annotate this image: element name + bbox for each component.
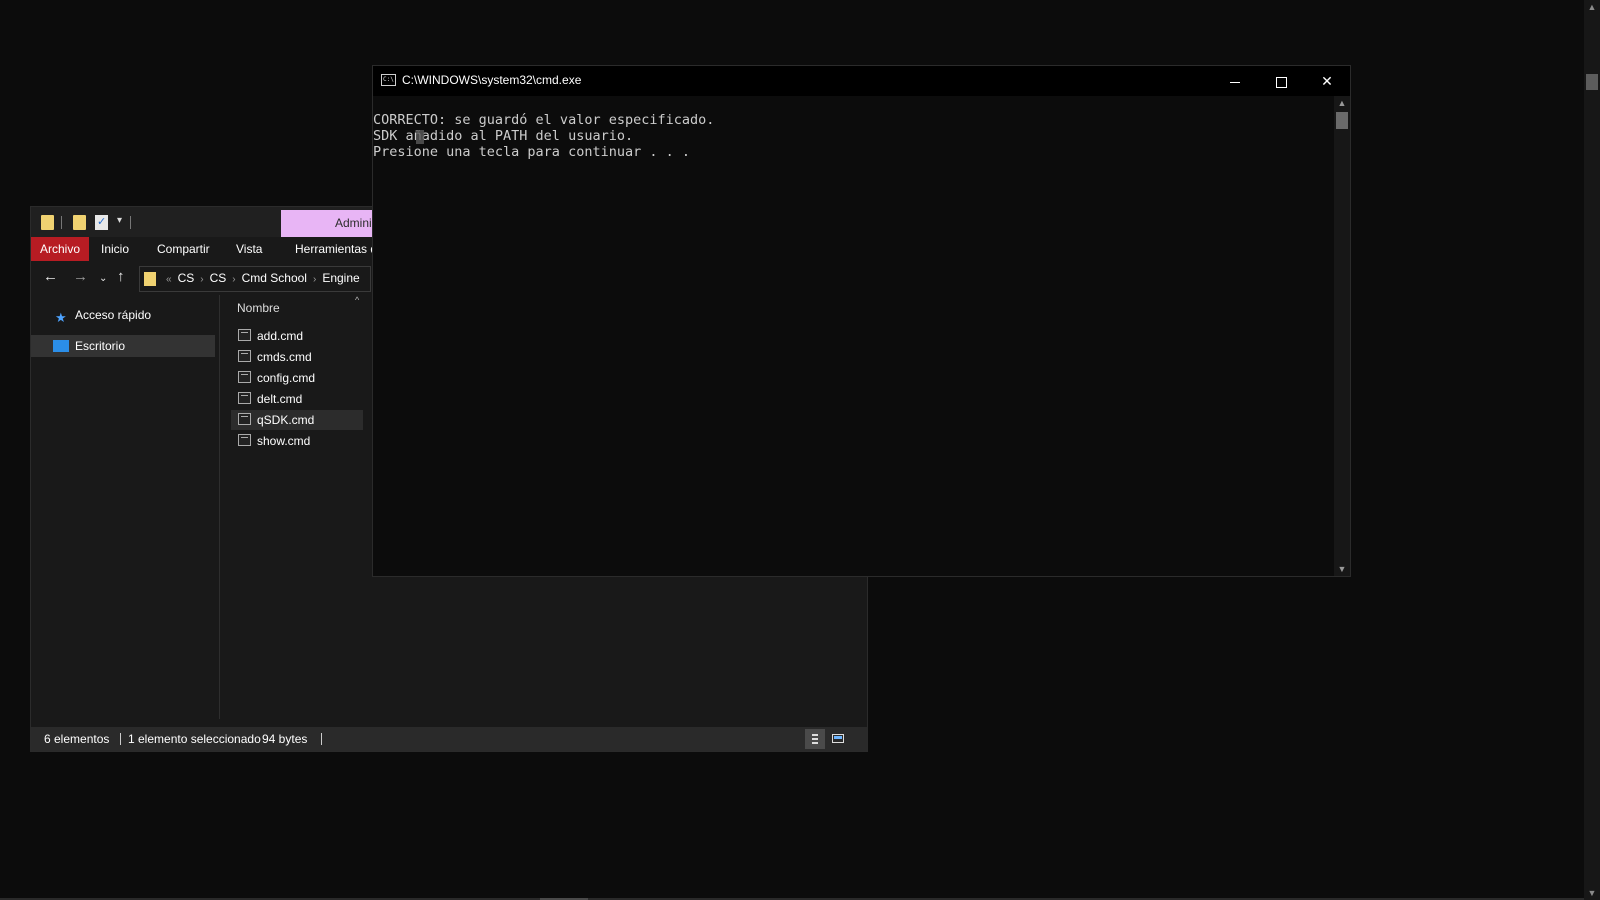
sort-up-icon: ^: [355, 295, 360, 305]
cmd-file-icon: [238, 371, 251, 383]
recent-locations-icon[interactable]: ⌄: [99, 271, 107, 287]
new-folder-icon[interactable]: [73, 215, 86, 230]
desktop-icon: [53, 340, 69, 352]
star-icon: ★: [55, 310, 67, 325]
desktop-scrollbar[interactable]: ▲ ▼: [1584, 0, 1600, 900]
close-icon: ✕: [1321, 73, 1333, 89]
toolbar-divider: [61, 216, 62, 229]
file-item[interactable]: show.cmd: [231, 431, 363, 451]
text-cursor: [416, 130, 424, 144]
cmd-scrollbar[interactable]: ▲ ▼: [1334, 96, 1350, 576]
cmd-file-icon: [238, 434, 251, 446]
selection-size: 94 bytes: [262, 732, 308, 746]
forward-arrow-icon[interactable]: →: [73, 269, 88, 285]
cmd-file-icon: [238, 392, 251, 404]
minimize-icon: [1230, 81, 1240, 83]
file-name: config.cmd: [257, 371, 316, 385]
chevron-right-icon[interactable]: ›: [200, 274, 203, 285]
window-title: C:\WINDOWS\system32\cmd.exe: [402, 73, 582, 87]
chevron-right-icon[interactable]: ›: [232, 274, 235, 285]
large-icons-view-button[interactable]: [828, 729, 848, 749]
status-divider: [321, 733, 322, 745]
status-divider: [120, 733, 121, 745]
cmd-window: C:\ C:\WINDOWS\system32\cmd.exe ✕ CORREC…: [372, 65, 1351, 577]
status-bar: 6 elementos 1 elemento seleccionado 94 b…: [31, 727, 867, 751]
details-view-button[interactable]: [805, 729, 825, 749]
breadcrumb-cmd-school[interactable]: Cmd School: [242, 271, 307, 285]
maximize-icon: [1275, 76, 1287, 88]
nav-item-desktop[interactable]: Escritorio: [31, 335, 215, 357]
file-item[interactable]: delt.cmd: [231, 389, 363, 409]
tab-herramientas[interactable]: Herramientas d: [295, 237, 377, 261]
nav-item-label: Escritorio: [75, 339, 126, 353]
file-name: qSDK.cmd: [257, 413, 315, 427]
console-line: CORRECTO: se guardó el valor especificad…: [373, 112, 715, 128]
scroll-up-icon[interactable]: ▲: [1584, 0, 1600, 14]
breadcrumb-cs-2[interactable]: CS: [210, 271, 227, 285]
minimize-button[interactable]: [1212, 66, 1258, 96]
breadcrumb-cs-1[interactable]: CS: [178, 271, 195, 285]
folder-icon: [41, 215, 54, 230]
file-item[interactable]: add.cmd: [231, 326, 363, 346]
selection-status: 1 elemento seleccionado: [128, 732, 261, 746]
console-line: Presione una tecla para continuar . . .: [373, 144, 690, 160]
navigation-pane: ★ Acceso rápido Escritorio: [31, 295, 220, 719]
scroll-thumb[interactable]: [1336, 112, 1348, 129]
column-header-name[interactable]: Nombre: [237, 301, 280, 315]
cmd-title-bar[interactable]: C:\ C:\WINDOWS\system32\cmd.exe ✕: [373, 66, 1350, 96]
nav-item-quick-access[interactable]: ★ Acceso rápido: [31, 304, 215, 326]
context-tab-manage[interactable]: Admini: [281, 210, 381, 237]
folder-icon: [144, 271, 156, 286]
tab-vista[interactable]: Vista: [236, 237, 262, 261]
maximize-button[interactable]: [1258, 66, 1304, 96]
properties-icon[interactable]: [95, 215, 108, 230]
up-arrow-icon[interactable]: ↑: [117, 269, 125, 285]
file-item[interactable]: cmds.cmd: [231, 347, 363, 367]
file-item-selected[interactable]: qSDK.cmd: [231, 410, 363, 430]
file-item[interactable]: config.cmd: [231, 368, 363, 388]
console-output[interactable]: CORRECTO: se guardó el valor especificad…: [373, 96, 1335, 576]
cmd-file-icon: [238, 329, 251, 341]
file-name: add.cmd: [257, 329, 304, 343]
scroll-up-icon[interactable]: ▲: [1334, 96, 1350, 110]
file-name: cmds.cmd: [257, 350, 312, 364]
file-name: show.cmd: [257, 434, 311, 448]
console-line: SDK añadido al PATH del usuario.: [373, 128, 634, 144]
file-name: delt.cmd: [257, 392, 303, 406]
toolbar-divider: [130, 216, 131, 229]
close-button[interactable]: ✕: [1304, 66, 1350, 96]
nav-item-label: Acceso rápido: [75, 308, 152, 322]
cmd-file-icon: [238, 350, 251, 362]
breadcrumb-engine[interactable]: Engine: [322, 271, 359, 285]
scroll-thumb[interactable]: [1586, 74, 1598, 90]
cmd-file-icon: [238, 413, 251, 425]
chevron-right-icon[interactable]: ›: [313, 274, 316, 285]
tab-archivo[interactable]: Archivo: [31, 237, 90, 261]
tab-inicio[interactable]: Inicio: [101, 237, 129, 261]
back-arrow-icon[interactable]: ←: [43, 269, 58, 285]
scroll-down-icon[interactable]: ▼: [1334, 562, 1350, 576]
customize-toolbar-icon[interactable]: ▾: [117, 215, 122, 226]
overflow-chevron[interactable]: «: [166, 274, 172, 285]
tab-compartir[interactable]: Compartir: [157, 237, 210, 261]
address-bar[interactable]: « CS › CS › Cmd School › Engine: [139, 266, 371, 292]
cmd-app-icon[interactable]: C:\: [381, 74, 396, 86]
item-count: 6 elementos: [44, 732, 110, 746]
scroll-down-icon[interactable]: ▼: [1584, 886, 1600, 900]
